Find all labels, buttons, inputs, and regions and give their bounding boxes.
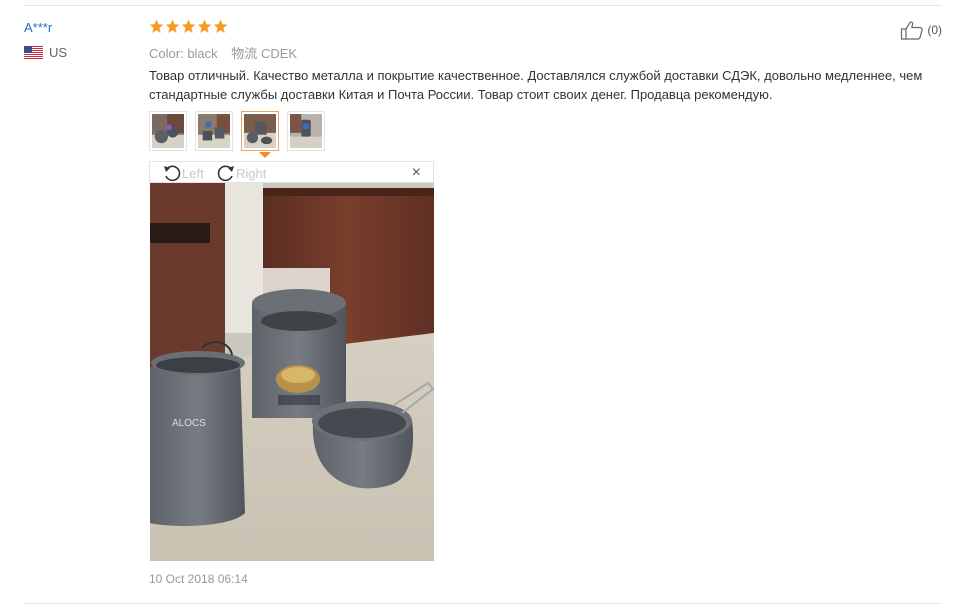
thumbs-up-icon xyxy=(901,21,924,40)
photo-thumbnail-active[interactable] xyxy=(241,111,279,151)
star-icon xyxy=(149,19,164,33)
rotate-left-label: Left xyxy=(182,165,204,181)
star-icon xyxy=(197,19,212,33)
reviewer-name[interactable]: A***r xyxy=(24,20,52,35)
star-icon xyxy=(181,19,196,33)
star-icon xyxy=(213,19,228,33)
shipping-label: 物流 xyxy=(231,46,258,61)
close-viewer-button[interactable]: × xyxy=(412,163,421,183)
photo-viewer-toolbar: Left Right × xyxy=(149,161,434,183)
top-divider xyxy=(24,5,942,6)
photo-thumbnails xyxy=(149,111,325,151)
review-date: 10 Oct 2018 06:14 xyxy=(149,572,248,586)
reviewer-country: US xyxy=(24,45,67,60)
us-flag-icon xyxy=(24,46,43,59)
star-rating xyxy=(149,19,228,34)
rotate-left-icon xyxy=(164,165,181,182)
photo-thumbnail[interactable] xyxy=(149,111,187,151)
photo-thumbnail[interactable] xyxy=(195,111,233,151)
helpful-button[interactable]: (0) xyxy=(900,20,942,40)
star-icon xyxy=(165,19,180,33)
thumbnail-image xyxy=(290,114,322,148)
thumbnail-image xyxy=(244,114,276,148)
color-label: Color: xyxy=(149,46,184,61)
shipping-value: CDEK xyxy=(260,46,298,61)
country-code: US xyxy=(49,45,68,60)
photo-thumbnail[interactable] xyxy=(287,111,325,151)
rotate-right-icon xyxy=(217,165,234,182)
rotate-right-button[interactable]: Right xyxy=(216,163,266,183)
bottom-divider xyxy=(24,603,942,604)
review-photo: ALOCS xyxy=(150,183,434,561)
brand-text: ALOCS xyxy=(172,418,206,429)
order-meta: Color: black 物流 CDEK xyxy=(149,43,297,62)
rotate-left-button[interactable]: Left xyxy=(162,163,204,183)
rotate-right-label: Right xyxy=(236,165,267,181)
thumbnail-image xyxy=(198,114,230,148)
helpful-count: (0) xyxy=(927,23,942,37)
active-thumbnail-caret xyxy=(259,152,271,158)
review-photo-image: ALOCS xyxy=(150,183,434,561)
review-text: Товар отличный. Качество металла и покры… xyxy=(149,68,923,102)
thumbnail-image xyxy=(152,114,184,148)
color-value: black xyxy=(187,46,218,61)
